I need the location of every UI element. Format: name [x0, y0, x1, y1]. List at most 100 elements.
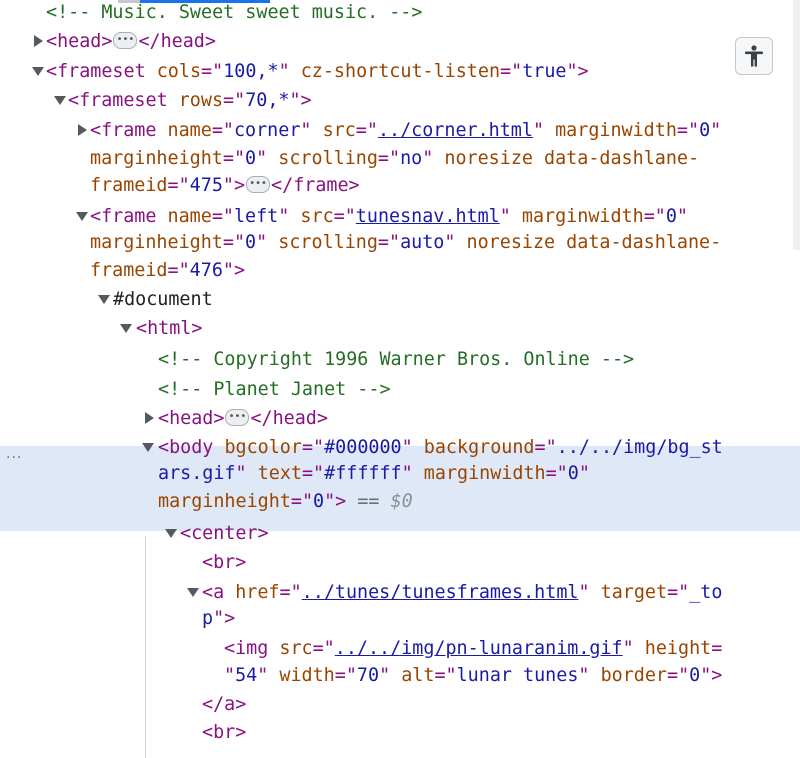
token-tag: =": [334, 665, 357, 686]
token-tag: ": [499, 206, 522, 227]
token-tag: =": [312, 638, 335, 659]
dom-line-body-3[interactable]: marginheight="0"> == $0: [158, 487, 413, 516]
node-actions-ellipsis[interactable]: ···: [6, 450, 22, 466]
token-tag: ": [401, 437, 424, 458]
dom-line-img-1[interactable]: <img src="../../img/pn-lunaranim.gif" he…: [224, 634, 722, 663]
token-tag: </a>: [202, 694, 247, 715]
accessibility-button[interactable]: [735, 37, 773, 75]
expand-triangle-down-icon[interactable]: [187, 588, 199, 597]
token-tag: =": [545, 463, 568, 484]
token-attr: background: [423, 437, 535, 458]
token-attr: border: [600, 665, 667, 686]
dom-line-body-2[interactable]: ars.gif" text="#ffffff" marginwidth="0": [158, 459, 590, 488]
dom-line-comment-music[interactable]: <!-- Music. Sweet sweet music. -->: [46, 0, 422, 27]
dom-line-frame-left-1[interactable]: <frame name="left" src="tunesnav.html" m…: [90, 202, 688, 231]
expand-triangle-down-icon[interactable]: [142, 443, 154, 452]
token-attr: scrolling: [278, 148, 378, 169]
dom-line-frame-left-2[interactable]: marginheight="0" scrolling="auto" noresi…: [90, 228, 721, 257]
token-tag: ">: [222, 260, 246, 281]
dom-line-frameset-cols[interactable]: <frameset cols="100,*" cz-shortcut-liste…: [46, 57, 589, 86]
dom-line-frameset-rows[interactable]: <frameset rows="70,*">: [68, 86, 312, 115]
token-tag: =": [290, 491, 314, 512]
token-tag: ": [235, 463, 258, 484]
token-tag: =: [711, 638, 723, 659]
expand-triangle-down-icon[interactable]: [98, 295, 110, 304]
token-tag: </head>: [250, 408, 328, 429]
expand-triangle-right-icon[interactable]: [78, 124, 87, 136]
dom-line-comment-copyright[interactable]: <!-- Copyright 1996 Warner Bros. Online …: [158, 345, 634, 374]
token-tag: ": [257, 665, 280, 686]
collapsed-ellipsis-icon[interactable]: •••: [225, 408, 250, 426]
dom-line-br-2[interactable]: <br>: [202, 718, 246, 747]
token-link[interactable]: tunesnav.html: [356, 206, 500, 227]
dom-line-frame-corner-2[interactable]: marginheight="0" scrolling="no" noresize…: [90, 144, 699, 173]
accessibility-person-icon: [745, 45, 763, 67]
dom-line-html-open[interactable]: <html>: [136, 314, 202, 343]
dom-line-frame-corner-1[interactable]: <frame name="corner" src="../corner.html…: [90, 116, 721, 145]
token-tag: </head>: [138, 31, 216, 52]
token-console-eq: ==: [346, 491, 391, 512]
token-tag: =": [643, 206, 666, 227]
scrollbar[interactable]: [793, 0, 800, 250]
token-attr: marginwidth: [423, 463, 546, 484]
dom-line-frame-corner-3[interactable]: frameid="475"> ••• </frame>: [90, 171, 360, 200]
token-tag: <a: [202, 582, 236, 603]
token-tag: </frame>: [271, 175, 360, 196]
dom-line-head-collapsed-2[interactable]: <head> ••• </head>: [158, 404, 328, 433]
dom-line-head-collapsed-1[interactable]: <head> ••• </head>: [46, 27, 216, 56]
token-attr: frameid: [90, 175, 168, 196]
token-value: true: [522, 61, 567, 82]
token-tag: =": [534, 437, 557, 458]
expand-triangle-down-icon[interactable]: [165, 529, 177, 538]
token-tag: =": [676, 120, 700, 141]
dom-line-frame-left-3[interactable]: frameid="476">: [90, 256, 245, 285]
dom-line-img-2[interactable]: "54" width="70" alt="lunar tunes" border…: [224, 661, 722, 690]
expand-triangle-down-icon[interactable]: [76, 212, 88, 221]
token-link[interactable]: ../../img/pn-lunaranim.gif: [335, 638, 623, 659]
expand-triangle-down-icon[interactable]: [54, 96, 66, 105]
token-tag: <frame: [90, 120, 168, 141]
token-attr: marginwidth: [555, 120, 677, 141]
expand-triangle-down-icon[interactable]: [32, 67, 44, 76]
token-attr: marginheight: [90, 232, 223, 253]
token-value: 100,*: [223, 61, 279, 82]
collapsed-ellipsis-icon[interactable]: •••: [113, 31, 138, 49]
expand-triangle-down-icon[interactable]: [120, 324, 132, 333]
token-node-text: #document: [113, 289, 213, 310]
token-tag: <img: [224, 638, 280, 659]
token-tag: =": [301, 437, 325, 458]
token-attr: src: [279, 638, 313, 659]
expand-triangle-right-icon[interactable]: [34, 35, 43, 47]
dom-line-br-1[interactable]: <br>: [202, 548, 246, 577]
dom-line-document-node[interactable]: #document: [113, 285, 213, 314]
token-value: 0: [313, 491, 325, 512]
expand-triangle-right-icon[interactable]: [145, 412, 154, 424]
token-comment: <!-- Planet Janet -->: [158, 379, 391, 400]
token-tag: <head>: [46, 31, 113, 52]
token-value: 70: [356, 665, 380, 686]
token-tag: =": [667, 665, 690, 686]
collapsed-ellipsis-icon[interactable]: •••: [246, 175, 271, 193]
token-tag: =": [434, 665, 457, 686]
token-link[interactable]: ../tunes/tunesframes.html: [302, 582, 579, 603]
token-attr: marginwidth: [521, 206, 644, 227]
token-tag: =": [500, 61, 523, 82]
token-tag: ": [710, 120, 722, 141]
dom-line-a-2[interactable]: p">: [202, 604, 235, 633]
token-attr: href: [235, 582, 280, 603]
dom-line-body-1[interactable]: <body bgcolor="#000000" background="../.…: [158, 433, 723, 462]
token-tag: ">: [324, 491, 347, 512]
token-value: p: [202, 608, 214, 629]
dom-line-a-close[interactable]: </a>: [202, 690, 246, 719]
dom-line-center-open[interactable]: <center>: [180, 519, 269, 548]
dom-line-comment-planet[interactable]: <!-- Planet Janet -->: [158, 375, 391, 404]
token-value: auto: [400, 232, 445, 253]
token-tag: ": [300, 120, 323, 141]
token-tag: <center>: [180, 523, 269, 544]
dom-line-a-1[interactable]: <a href="../tunes/tunesframes.html" targ…: [202, 578, 722, 607]
token-tag: =": [377, 148, 401, 169]
token-tag: ">: [700, 665, 723, 686]
token-link[interactable]: ../corner.html: [378, 120, 533, 141]
token-attr: marginheight: [158, 491, 291, 512]
token-value: ars.gif: [158, 463, 236, 484]
